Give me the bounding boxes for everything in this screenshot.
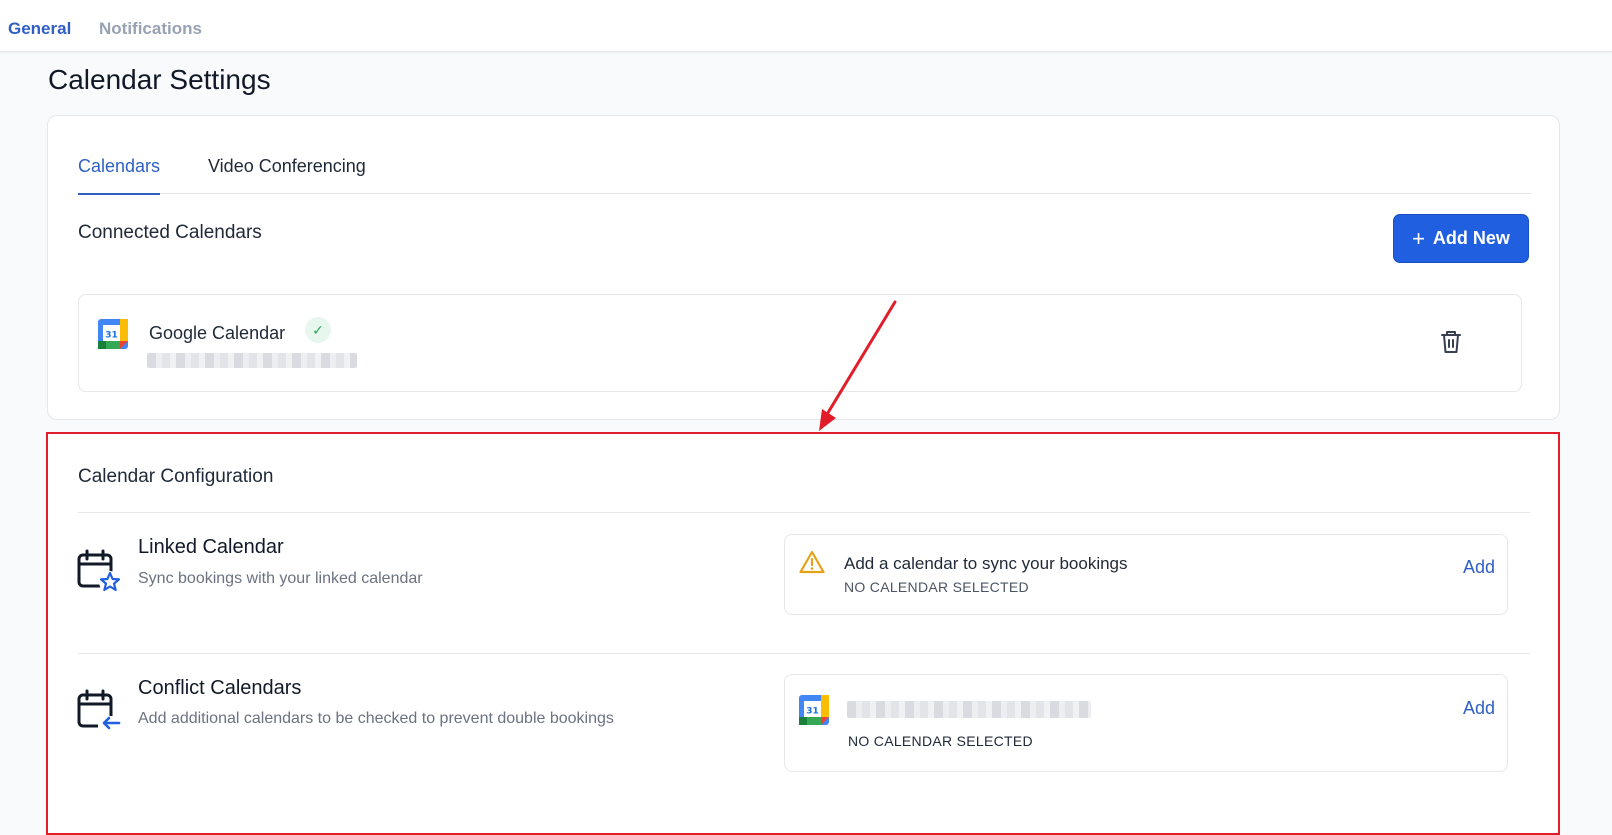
top-nav: General Notifications bbox=[0, 0, 1612, 52]
conflict-calendars-subtitle: Add additional calendars to be checked t… bbox=[138, 710, 614, 727]
add-new-button[interactable]: + Add New bbox=[1393, 214, 1529, 263]
conflict-calendar-status: NO CALENDAR SELECTED bbox=[848, 733, 1033, 749]
nav-tab-notifications[interactable]: Notifications bbox=[99, 19, 202, 39]
calendar-name: Google Calendar bbox=[149, 323, 286, 343]
conflict-calendar-add-link[interactable]: Add bbox=[1463, 698, 1495, 719]
divider bbox=[78, 512, 1530, 513]
google-calendar-icon: 31 bbox=[799, 695, 829, 725]
redacted-calendar-name bbox=[847, 701, 1091, 718]
add-new-label: Add New bbox=[1432, 228, 1510, 248]
trash-icon[interactable] bbox=[1439, 329, 1463, 355]
tab-video-conferencing[interactable]: Video Conferencing bbox=[208, 156, 366, 193]
linked-calendar-message: Add a calendar to sync your bookings bbox=[844, 554, 1128, 573]
calendar-configuration-title: Calendar Configuration bbox=[78, 466, 274, 487]
linked-calendar-panel: Add a calendar to sync your bookings NO … bbox=[784, 534, 1508, 615]
tab-calendars[interactable]: Calendars bbox=[78, 156, 161, 195]
connected-calendar-item: 31 Google Calendar ✓ bbox=[78, 294, 1522, 392]
plus-icon: + bbox=[1412, 225, 1425, 251]
calendar-configuration-section: Calendar Configuration Linked Calendar S… bbox=[46, 432, 1560, 835]
page-title: Calendar Settings bbox=[48, 64, 271, 95]
calendar-arrow-icon bbox=[77, 689, 121, 730]
connected-calendars-title: Connected Calendars bbox=[78, 222, 262, 243]
divider bbox=[78, 653, 1530, 654]
check-icon: ✓ bbox=[305, 317, 331, 343]
linked-calendar-title: Linked Calendar bbox=[138, 536, 284, 558]
calendars-card: Calendars Video Conferencing Connected C… bbox=[47, 115, 1560, 420]
linked-calendar-add-link[interactable]: Add bbox=[1463, 557, 1495, 578]
warning-icon bbox=[799, 550, 825, 574]
conflict-calendars-title: Conflict Calendars bbox=[138, 677, 302, 699]
nav-tab-general[interactable]: General bbox=[8, 19, 71, 39]
conflict-calendars-panel: 31 NO CALENDAR SELECTED Add bbox=[784, 674, 1508, 772]
calendar-star-icon bbox=[77, 549, 121, 593]
svg-text:31: 31 bbox=[806, 707, 819, 717]
settings-tabs: Calendars Video Conferencing bbox=[78, 116, 1531, 195]
redacted-email bbox=[147, 353, 357, 368]
google-calendar-icon: 31 bbox=[98, 319, 128, 349]
linked-calendar-subtitle: Sync bookings with your linked calendar bbox=[138, 570, 423, 587]
svg-text:31: 31 bbox=[105, 331, 118, 341]
linked-calendar-status: NO CALENDAR SELECTED bbox=[844, 579, 1029, 595]
